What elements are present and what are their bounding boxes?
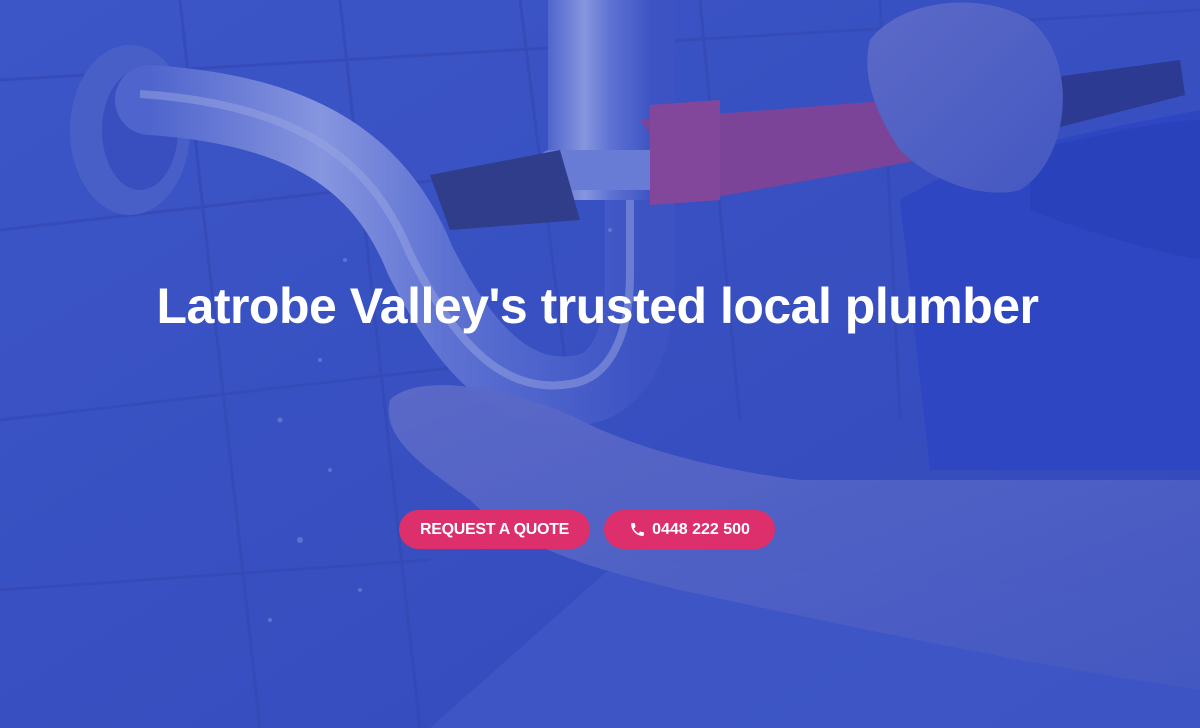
hero-section: Latrobe Valley's trusted local plumber R… xyxy=(0,0,1200,728)
hero-headline: Latrobe Valley's trusted local plumber xyxy=(156,278,1039,334)
hero-cta-group: REQUEST A QUOTE 0448 222 500 xyxy=(399,510,775,549)
phone-number-label: 0448 222 500 xyxy=(652,520,750,538)
request-quote-label: REQUEST A QUOTE xyxy=(420,520,569,538)
hero-color-overlay xyxy=(0,0,1200,728)
phone-icon xyxy=(629,521,646,538)
call-phone-button[interactable]: 0448 222 500 xyxy=(604,510,775,549)
request-quote-button[interactable]: REQUEST A QUOTE xyxy=(399,510,590,549)
